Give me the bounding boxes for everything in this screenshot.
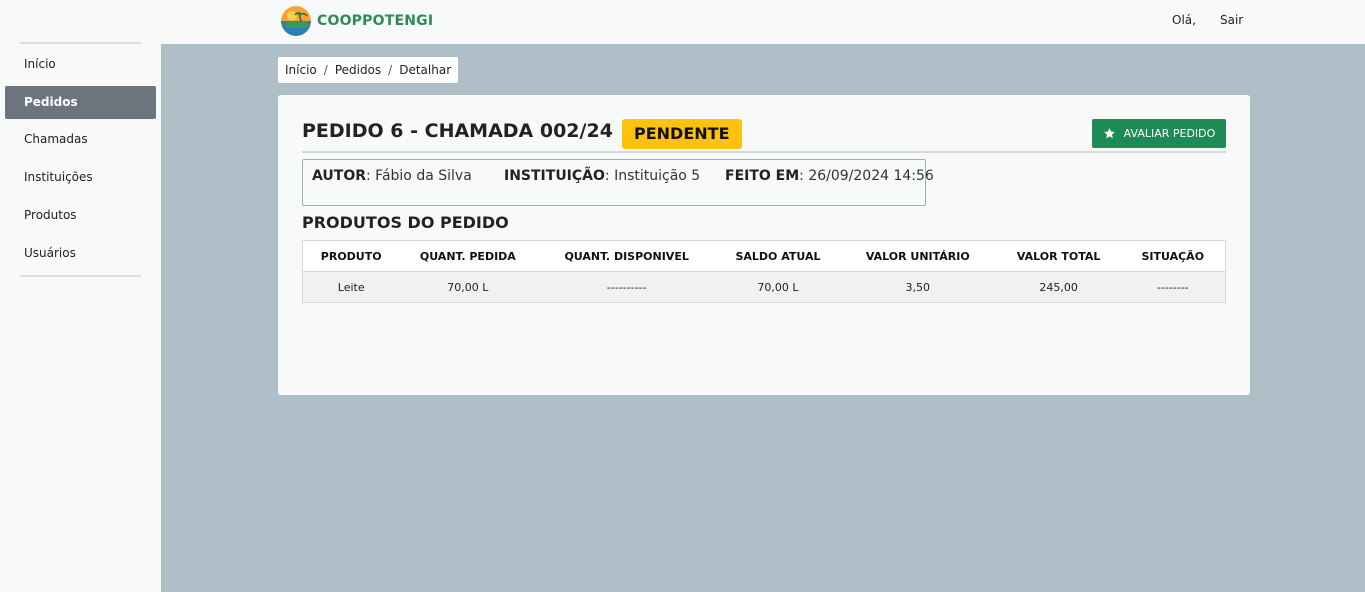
table-row: Leite 70,00 L ---------- 70,00 L 3,50 24…	[302, 271, 1226, 303]
products-section-title: PRODUTOS DO PEDIDO	[302, 213, 509, 232]
evaluate-order-label: AVALIAR PEDIDO	[1123, 127, 1216, 140]
column-header: SALDO ATUAL	[717, 240, 839, 272]
column-header: QUANT. DISPONIVEL	[536, 240, 718, 272]
order-info-box: AUTOR: Fábio da Silva INSTITUIÇÃO: Insti…	[302, 159, 934, 206]
status-badge: PENDENTE	[622, 119, 742, 149]
institution-label: INSTITUIÇÃO	[504, 168, 605, 184]
star-icon	[1103, 128, 1115, 139]
sidebar-top-divider	[20, 42, 141, 44]
table-cell: 245,00	[996, 271, 1121, 303]
sidebar-item-inicio[interactable]: Início	[5, 48, 156, 81]
table-cell: ----------	[536, 271, 718, 303]
author-info: AUTOR: Fábio da Silva	[312, 168, 472, 184]
table-cell: 70,00 L	[399, 271, 537, 303]
table-cell: --------	[1120, 271, 1226, 303]
sidebar: Início Pedidos Chamadas Instituições Pro…	[0, 42, 161, 592]
order-detail-card: PEDIDO 6 - CHAMADA 002/24 PENDENTE AVALI…	[278, 95, 1250, 395]
sidebar-item-chamadas[interactable]: Chamadas	[5, 123, 156, 156]
column-header: QUANT. PEDIDA	[399, 240, 537, 272]
sidebar-item-pedidos[interactable]: Pedidos	[5, 86, 156, 119]
page-title: PEDIDO 6 - CHAMADA 002/24	[302, 120, 613, 142]
table-cell: Leite	[302, 271, 400, 303]
products-table: PRODUTO QUANT. PEDIDA QUANT. DISPONIVEL …	[302, 240, 1226, 303]
greeting-text: Olá,	[1172, 13, 1196, 27]
author-label: AUTOR	[312, 168, 367, 184]
institution-info: INSTITUIÇÃO: Instituição 5	[504, 168, 700, 184]
brand-name: COOPPOTENGI	[317, 13, 434, 29]
institution-value: : Instituição 5	[604, 168, 701, 184]
brand[interactable]: COOPPOTENGI	[281, 6, 433, 36]
column-header: SITUAÇÃO	[1120, 240, 1226, 272]
evaluate-order-button[interactable]: AVALIAR PEDIDO	[1092, 119, 1226, 148]
column-header: PRODUTO	[302, 240, 400, 272]
made-at-info: FEITO EM: 26/09/2024 14:56	[725, 168, 934, 184]
sidebar-item-usuarios[interactable]: Usuários	[5, 237, 156, 270]
breadcrumb-separator: /	[323, 63, 328, 77]
sidebar-item-produtos[interactable]: Produtos	[5, 199, 156, 232]
logout-link[interactable]: Sair	[1220, 13, 1243, 27]
top-navbar: COOPPOTENGI Olá, Sair	[0, 0, 1365, 44]
breadcrumb: Início / Pedidos / Detalhar	[278, 57, 459, 83]
breadcrumb-separator: /	[388, 63, 393, 77]
breadcrumb-inicio[interactable]: Início	[285, 57, 317, 83]
table-cell: 3,50	[838, 271, 997, 303]
sidebar-bottom-divider	[20, 275, 141, 277]
table-header-row: PRODUTO QUANT. PEDIDA QUANT. DISPONIVEL …	[302, 240, 1226, 272]
author-value: : Fábio da Silva	[366, 168, 472, 184]
breadcrumb-pedidos[interactable]: Pedidos	[335, 57, 381, 83]
breadcrumb-current: Detalhar	[399, 63, 452, 77]
made-at-value: : 26/09/2024 14:56	[799, 168, 934, 184]
sidebar-item-instituicoes[interactable]: Instituições	[5, 161, 156, 194]
made-at-label: FEITO EM	[725, 168, 800, 184]
column-header: VALOR TOTAL	[996, 240, 1121, 272]
column-header: VALOR UNITÁRIO	[838, 240, 997, 272]
title-divider	[302, 151, 1226, 153]
logo-icon	[281, 6, 311, 36]
table-cell: 70,00 L	[717, 271, 839, 303]
